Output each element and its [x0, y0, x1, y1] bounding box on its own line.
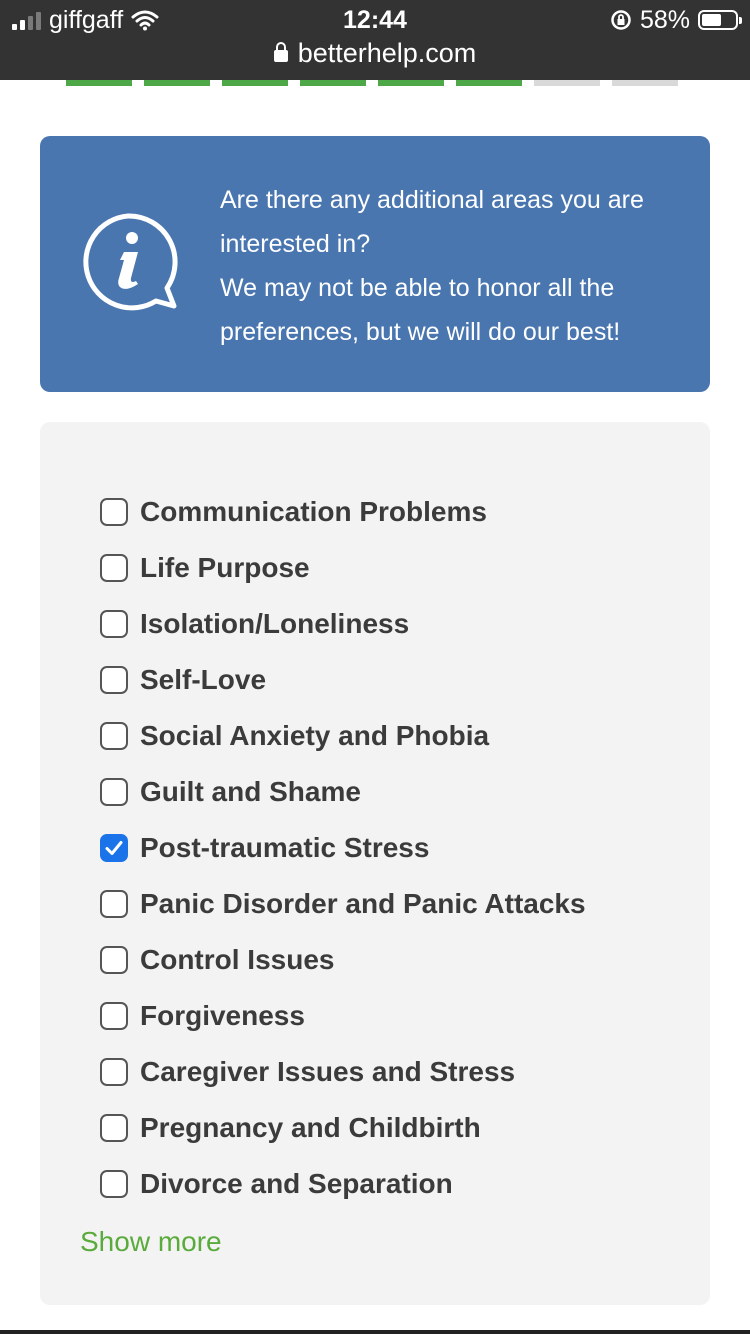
- progress-segment: [378, 80, 444, 86]
- progress-segment: [66, 80, 132, 86]
- option-label: Guilt and Shame: [140, 776, 361, 807]
- option-label: Social Anxiety and Phobia: [140, 720, 490, 751]
- progress-segment: [300, 80, 366, 86]
- checkbox[interactable]: [100, 890, 128, 918]
- option-item[interactable]: Life Purpose: [100, 540, 586, 596]
- option-label: Divorce and Separation: [140, 1168, 453, 1199]
- option-label: Post-traumatic Stress: [140, 832, 430, 863]
- progress-segment: [534, 80, 600, 86]
- progress-segment: [144, 80, 210, 86]
- option-label: Self-Love: [140, 664, 267, 695]
- preferences-card: Communication Problems Life Purpose Isolat…: [40, 422, 710, 1305]
- option-item[interactable]: Guilt and Shame: [100, 764, 586, 820]
- checkbox[interactable]: [100, 666, 128, 694]
- info-note: We may not be able to honor all the pref…: [220, 274, 621, 346]
- option-label: Communication Problems: [140, 496, 487, 527]
- option-item[interactable]: Communication Problems: [100, 484, 586, 540]
- checkbox-checked[interactable]: [100, 834, 128, 862]
- option-item[interactable]: Forgiveness: [100, 988, 586, 1044]
- checkbox[interactable]: [100, 498, 128, 526]
- status-right: 58%: [610, 5, 742, 34]
- checkbox[interactable]: [100, 1114, 128, 1142]
- checkbox[interactable]: [100, 610, 128, 638]
- status-bar: giffgaff 12:44 58% betterhelp.com: [0, 0, 750, 80]
- option-item[interactable]: Panic Disorder and Panic Attacks: [100, 876, 586, 932]
- option-item[interactable]: Caregiver Issues and Stress: [100, 1044, 586, 1100]
- battery-percent: 58%: [639, 5, 690, 34]
- checkbox[interactable]: [100, 1002, 128, 1030]
- checkbox[interactable]: [100, 1058, 128, 1086]
- option-item[interactable]: Control Issues: [100, 932, 586, 988]
- option-label: Caregiver Issues and Stress: [140, 1056, 516, 1087]
- checkbox[interactable]: [100, 946, 128, 974]
- option-item[interactable]: Post-traumatic Stress: [100, 820, 586, 876]
- checkbox[interactable]: [100, 1170, 128, 1198]
- progress-segment: [222, 80, 288, 86]
- option-item[interactable]: Pregnancy and Childbirth: [100, 1100, 586, 1156]
- bottom-border: [0, 1330, 750, 1334]
- step-progress: [66, 80, 678, 86]
- option-label: Isolation/Loneliness: [140, 608, 410, 639]
- info-speech-bubble-icon: [83, 213, 178, 311]
- option-item[interactable]: Isolation/Loneliness: [100, 596, 586, 652]
- checkbox[interactable]: [100, 554, 128, 582]
- option-item[interactable]: Self-Love: [100, 652, 586, 708]
- option-label: Control Issues: [140, 944, 335, 975]
- options-list: Communication Problems Life Purpose Isolat…: [100, 484, 586, 1212]
- show-more-link[interactable]: Show more: [80, 1226, 222, 1258]
- orientation-lock-icon: [611, 10, 631, 30]
- option-label: Panic Disorder and Panic Attacks: [140, 888, 586, 919]
- option-label: Forgiveness: [140, 1000, 305, 1031]
- option-label: Life Purpose: [140, 552, 310, 583]
- checkmark-icon: [105, 841, 123, 855]
- option-item[interactable]: Social Anxiety and Phobia: [100, 708, 586, 764]
- info-question: Are there any additional areas you are i…: [220, 186, 644, 258]
- progress-segment: [456, 80, 522, 86]
- info-text: Are there any additional areas you are i…: [220, 178, 680, 354]
- lock-icon: [273, 42, 288, 62]
- url-text: betterhelp.com: [297, 37, 477, 68]
- option-label: Pregnancy and Childbirth: [140, 1112, 481, 1143]
- option-item[interactable]: Divorce and Separation: [100, 1156, 586, 1212]
- checkbox[interactable]: [100, 778, 128, 806]
- address-bar[interactable]: betterhelp.com: [0, 36, 750, 70]
- battery-icon: [698, 10, 742, 30]
- progress-segment: [612, 80, 678, 86]
- checkbox[interactable]: [100, 722, 128, 750]
